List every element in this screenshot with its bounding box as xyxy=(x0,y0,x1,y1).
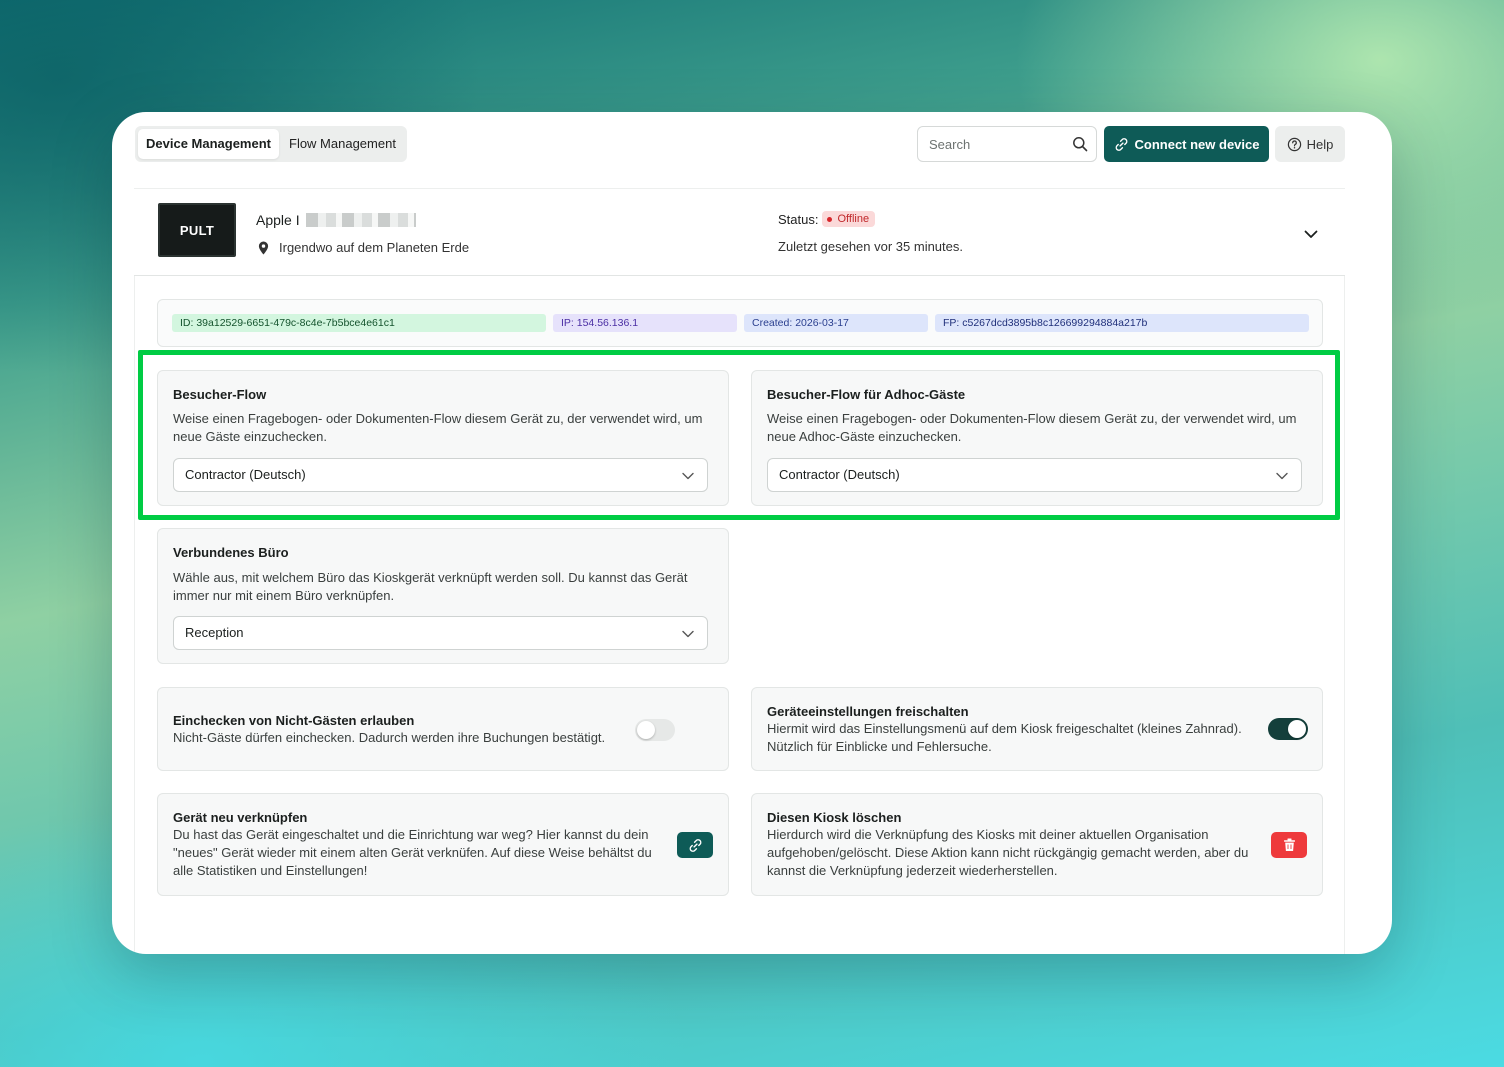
chevron-down-icon[interactable] xyxy=(1302,225,1320,243)
device-id-badge: ID: 39a12529-6651-479c-8c4e-7b5bce4e61c1 xyxy=(172,314,546,332)
delete-kiosk-title: Diesen Kiosk löschen xyxy=(767,810,902,825)
delete-kiosk-card: Diesen Kiosk löschen Hierdurch wird die … xyxy=(751,793,1323,896)
link-icon xyxy=(1115,137,1127,151)
trash-icon xyxy=(1283,838,1295,851)
status-badge-text: Offline xyxy=(837,213,870,225)
office-card: Verbundenes Büro Wähle aus, mit welchem … xyxy=(157,528,729,664)
toggle-knob xyxy=(637,721,655,739)
adhoc-flow-title: Besucher-Flow für Adhoc-Gäste xyxy=(767,387,966,402)
visitor-flow-card: Besucher-Flow Weise einen Fragebogen- od… xyxy=(157,370,729,506)
status-badge: Offline xyxy=(822,211,876,227)
chevron-down-icon xyxy=(1276,472,1288,480)
visitor-flow-select[interactable]: Contractor (Deutsch) xyxy=(173,458,708,492)
non-guest-checkin-title: Einchecken von Nicht-Gästen erlauben xyxy=(173,713,415,728)
device-name: Apple I xyxy=(256,212,416,228)
created-date-badge: Created: 2026-03-17 xyxy=(744,314,928,332)
chevron-down-icon xyxy=(682,472,694,480)
device-thumbnail: PULT xyxy=(158,203,236,257)
tab-device-management[interactable]: Device Management xyxy=(138,129,279,159)
identifiers-card: ID: 39a12529-6651-479c-8c4e-7b5bce4e61c1… xyxy=(157,299,1323,347)
help-button[interactable]: Help xyxy=(1275,126,1345,162)
non-guest-checkin-description: Nicht-Gäste dürfen einchecken. Dadurch w… xyxy=(173,730,606,745)
search-icon[interactable] xyxy=(1072,136,1088,152)
unlock-settings-title: Geräteeinstellungen freischalten xyxy=(767,704,969,719)
connect-new-device-button[interactable]: Connect new device xyxy=(1104,126,1269,162)
relink-device-button[interactable] xyxy=(677,832,713,858)
search-input[interactable] xyxy=(918,127,1069,161)
link-icon xyxy=(689,838,701,852)
relink-device-card: Gerät neu verknüpfen Du hast das Gerät e… xyxy=(157,793,729,896)
device-location-text: Irgendwo auf dem Planeten Erde xyxy=(279,240,470,255)
adhoc-flow-card: Besucher-Flow für Adhoc-Gäste Weise eine… xyxy=(751,370,1323,506)
connect-new-device-label: Connect new device xyxy=(1134,136,1260,152)
top-bar: Device Management Flow Management Connec… xyxy=(112,112,1392,176)
unlock-settings-card: Geräteeinstellungen freischalten Hiermit… xyxy=(751,687,1323,771)
office-title: Verbundenes Büro xyxy=(173,545,289,560)
status-label: Status: xyxy=(778,211,819,227)
tab-flow-management[interactable]: Flow Management xyxy=(281,129,404,159)
relink-device-description: Du hast das Gerät eingeschaltet und die … xyxy=(173,827,652,878)
device-location: Irgendwo auf dem Planeten Erde xyxy=(258,240,469,255)
delete-kiosk-description: Hierdurch wird die Verknüpfung des Kiosk… xyxy=(767,827,1249,878)
status-dot-icon xyxy=(827,216,833,222)
last-seen-text: Zuletzt gesehen vor 35 minutes. xyxy=(778,239,963,254)
device-status: Status: Offline xyxy=(778,211,876,227)
fingerprint-badge: FP: c5267dcd3895b8c126699294884a217b xyxy=(935,314,1309,332)
ip-badge: IP: 154.56.136.1 xyxy=(553,314,737,332)
toggle-knob xyxy=(1288,720,1306,738)
non-guest-checkin-card: Einchecken von Nicht-Gästen erlauben Nic… xyxy=(157,687,729,771)
location-pin-icon xyxy=(258,241,269,254)
office-description: Wähle aus, mit welchem Büro das Kioskger… xyxy=(173,570,688,603)
unlock-settings-toggle[interactable] xyxy=(1268,718,1308,740)
relink-device-title: Gerät neu verknüpfen xyxy=(173,810,308,825)
device-header[interactable]: PULT Apple I Irgendwo auf dem Planeten E… xyxy=(134,188,1345,276)
adhoc-flow-select[interactable]: Contractor (Deutsch) xyxy=(767,458,1302,492)
visitor-flow-description: Weise einen Fragebogen- oder Dokumenten-… xyxy=(173,411,703,444)
help-circle-icon xyxy=(1287,137,1301,151)
office-select[interactable]: Reception xyxy=(173,616,708,650)
redacted-name-block xyxy=(305,213,416,227)
unlock-settings-description: Hiermit wird das Einstellungsmenü auf de… xyxy=(767,721,1242,754)
visitor-flow-selected: Contractor (Deutsch) xyxy=(185,467,306,482)
help-label: Help xyxy=(1306,136,1334,152)
adhoc-flow-selected: Contractor (Deutsch) xyxy=(779,467,900,482)
office-selected: Reception xyxy=(185,625,244,640)
device-name-text: Apple I xyxy=(256,212,300,228)
app-window: Device Management Flow Management Connec… xyxy=(112,112,1392,954)
adhoc-flow-description: Weise einen Fragebogen- oder Dokumenten-… xyxy=(767,411,1297,444)
chevron-down-icon xyxy=(682,630,694,638)
visitor-flow-title: Besucher-Flow xyxy=(173,387,267,402)
search-box xyxy=(917,126,1097,162)
non-guest-checkin-toggle[interactable] xyxy=(635,719,675,741)
delete-kiosk-button[interactable] xyxy=(1271,832,1307,858)
tab-group: Device Management Flow Management xyxy=(135,126,407,162)
